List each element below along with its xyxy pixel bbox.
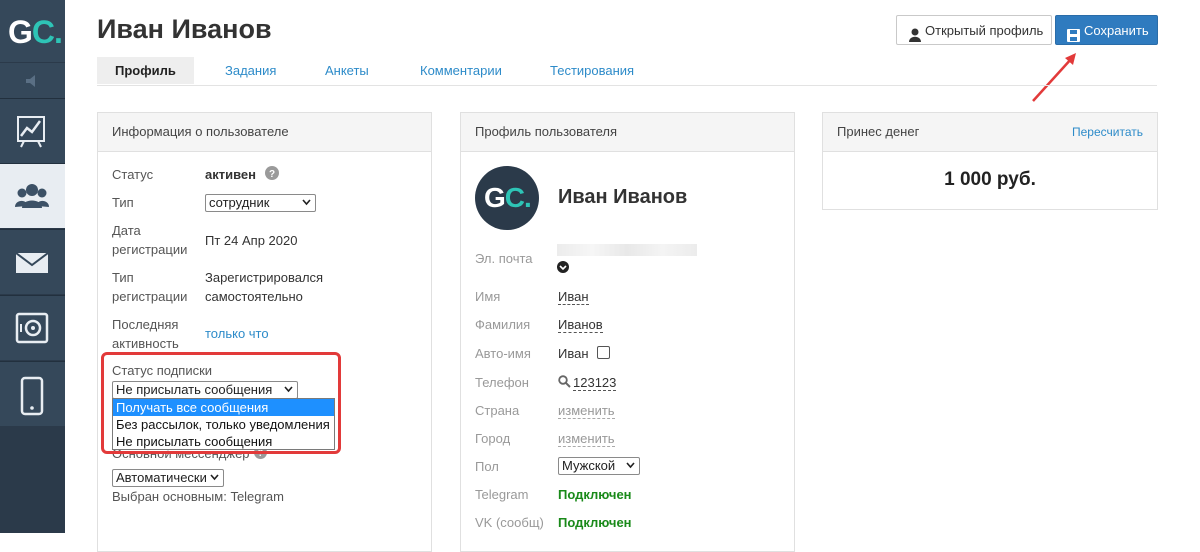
last-active-value[interactable]: только что bbox=[205, 326, 269, 341]
tab-tasks[interactable]: Задания bbox=[207, 57, 294, 84]
avatar-c: C. bbox=[504, 182, 532, 213]
tab-comments[interactable]: Комментарии bbox=[402, 57, 520, 84]
auto-name-label: Авто-имя bbox=[475, 346, 531, 361]
country-change-link[interactable]: изменить bbox=[558, 403, 615, 419]
speaker-icon bbox=[26, 75, 35, 87]
messenger-selected: Выбран основным: Telegram bbox=[112, 489, 284, 504]
reg-type-label-2: регистрации bbox=[112, 289, 188, 304]
reg-type-value-2: самостоятельно bbox=[205, 289, 303, 304]
logo-c: C. bbox=[31, 14, 63, 50]
city-change-link[interactable]: изменить bbox=[558, 431, 615, 447]
vk-status: Подключен bbox=[558, 515, 632, 530]
page-title: Иван Иванов bbox=[97, 14, 272, 44]
sidebar-item-reports[interactable] bbox=[0, 98, 65, 163]
reg-type-value-1: Зарегистрировался bbox=[205, 270, 324, 285]
type-label: Тип bbox=[112, 195, 134, 210]
money-amount: 1 000 руб. bbox=[944, 169, 1036, 190]
telegram-label: Telegram bbox=[475, 487, 529, 502]
logo[interactable]: GC. bbox=[0, 0, 65, 62]
email-label: Эл. почта bbox=[475, 251, 533, 266]
auto-name-value: Иван bbox=[558, 346, 589, 361]
chart-icon bbox=[17, 116, 45, 148]
reg-date-label-2: регистрации bbox=[112, 242, 188, 257]
save-label: Сохранить bbox=[1084, 23, 1149, 38]
sidebar: GC. bbox=[0, 0, 65, 533]
sidebar-item-sales[interactable] bbox=[0, 295, 65, 360]
tab-profile[interactable]: Профиль bbox=[97, 57, 194, 84]
gender-select-value: Мужской bbox=[562, 458, 616, 473]
user-profile-title: Профиль пользователя bbox=[461, 113, 794, 152]
status-value: активен bbox=[205, 167, 256, 182]
sound-toggle[interactable] bbox=[0, 62, 65, 99]
gender-select[interactable]: Мужской bbox=[558, 457, 640, 475]
gender-label: Пол bbox=[475, 459, 499, 474]
money-title-text: Принес денег bbox=[837, 124, 920, 139]
first-name-value[interactable]: Иван bbox=[558, 289, 589, 305]
logo-g: G bbox=[8, 14, 33, 50]
chevron-down-icon bbox=[626, 462, 635, 469]
type-select[interactable]: сотрудник bbox=[205, 194, 316, 212]
city-label: Город bbox=[475, 431, 511, 446]
last-active-label-2: активность bbox=[112, 336, 179, 351]
svg-text:?: ? bbox=[269, 169, 275, 180]
chevron-circle-icon[interactable] bbox=[557, 261, 569, 273]
user-info-title: Информация о пользователе bbox=[98, 113, 431, 152]
highlight-annotation bbox=[101, 352, 341, 454]
tab-bar: Профиль Задания Анкеты Комментарии Тести… bbox=[97, 57, 1157, 86]
last-name-label: Фамилия bbox=[475, 317, 531, 332]
safe-icon bbox=[15, 312, 49, 344]
help-icon[interactable]: ? bbox=[265, 166, 279, 180]
messenger-select[interactable]: Автоматически bbox=[112, 469, 224, 487]
first-name-label: Имя bbox=[475, 289, 501, 304]
telegram-status: Подключен bbox=[558, 487, 632, 502]
reg-date-label-1: Дата bbox=[112, 223, 141, 238]
save-button[interactable]: Сохранить bbox=[1055, 15, 1158, 45]
user-icon bbox=[909, 23, 921, 53]
tab-forms[interactable]: Анкеты bbox=[307, 57, 387, 84]
phone-label: Телефон bbox=[475, 375, 529, 390]
status-label: Статус bbox=[112, 167, 154, 182]
tab-tests[interactable]: Тестирования bbox=[532, 57, 652, 84]
recalculate-link[interactable]: Пересчитать bbox=[1072, 113, 1143, 151]
mail-icon bbox=[15, 252, 49, 273]
avatar[interactable]: GC. bbox=[475, 166, 539, 230]
open-profile-button[interactable]: Открытый профиль bbox=[896, 15, 1052, 45]
vk-label: VK (сообщ) bbox=[475, 515, 544, 530]
chevron-down-icon bbox=[302, 199, 311, 206]
auto-name-checkbox[interactable] bbox=[597, 346, 610, 359]
reg-type-label-1: Тип bbox=[112, 270, 134, 285]
search-icon[interactable] bbox=[558, 375, 571, 388]
type-select-value: сотрудник bbox=[209, 195, 270, 210]
chevron-down-icon bbox=[210, 474, 219, 481]
country-label: Страна bbox=[475, 403, 520, 418]
phone-value[interactable]: 123123 bbox=[573, 375, 617, 391]
money-panel: Принес денег Пересчитать 1 000 руб. bbox=[822, 112, 1158, 210]
reg-date-value: Пт 24 Апр 2020 bbox=[205, 233, 298, 248]
users-icon bbox=[15, 184, 49, 208]
sidebar-item-messages[interactable] bbox=[0, 229, 65, 294]
last-active-label-1: Последняя bbox=[112, 317, 179, 332]
profile-name: Иван Иванов bbox=[558, 186, 688, 208]
messenger-select-value: Автоматически bbox=[116, 470, 207, 485]
last-name-value[interactable]: Иванов bbox=[558, 317, 603, 333]
sidebar-item-users[interactable] bbox=[0, 163, 65, 228]
avatar-g: G bbox=[484, 182, 506, 213]
phone-icon bbox=[20, 376, 44, 416]
money-title: Принес денег Пересчитать bbox=[823, 113, 1157, 152]
sidebar-item-mobile[interactable] bbox=[0, 361, 65, 426]
email-value-blurred[interactable] bbox=[557, 244, 697, 256]
open-profile-label: Открытый профиль bbox=[925, 23, 1044, 38]
